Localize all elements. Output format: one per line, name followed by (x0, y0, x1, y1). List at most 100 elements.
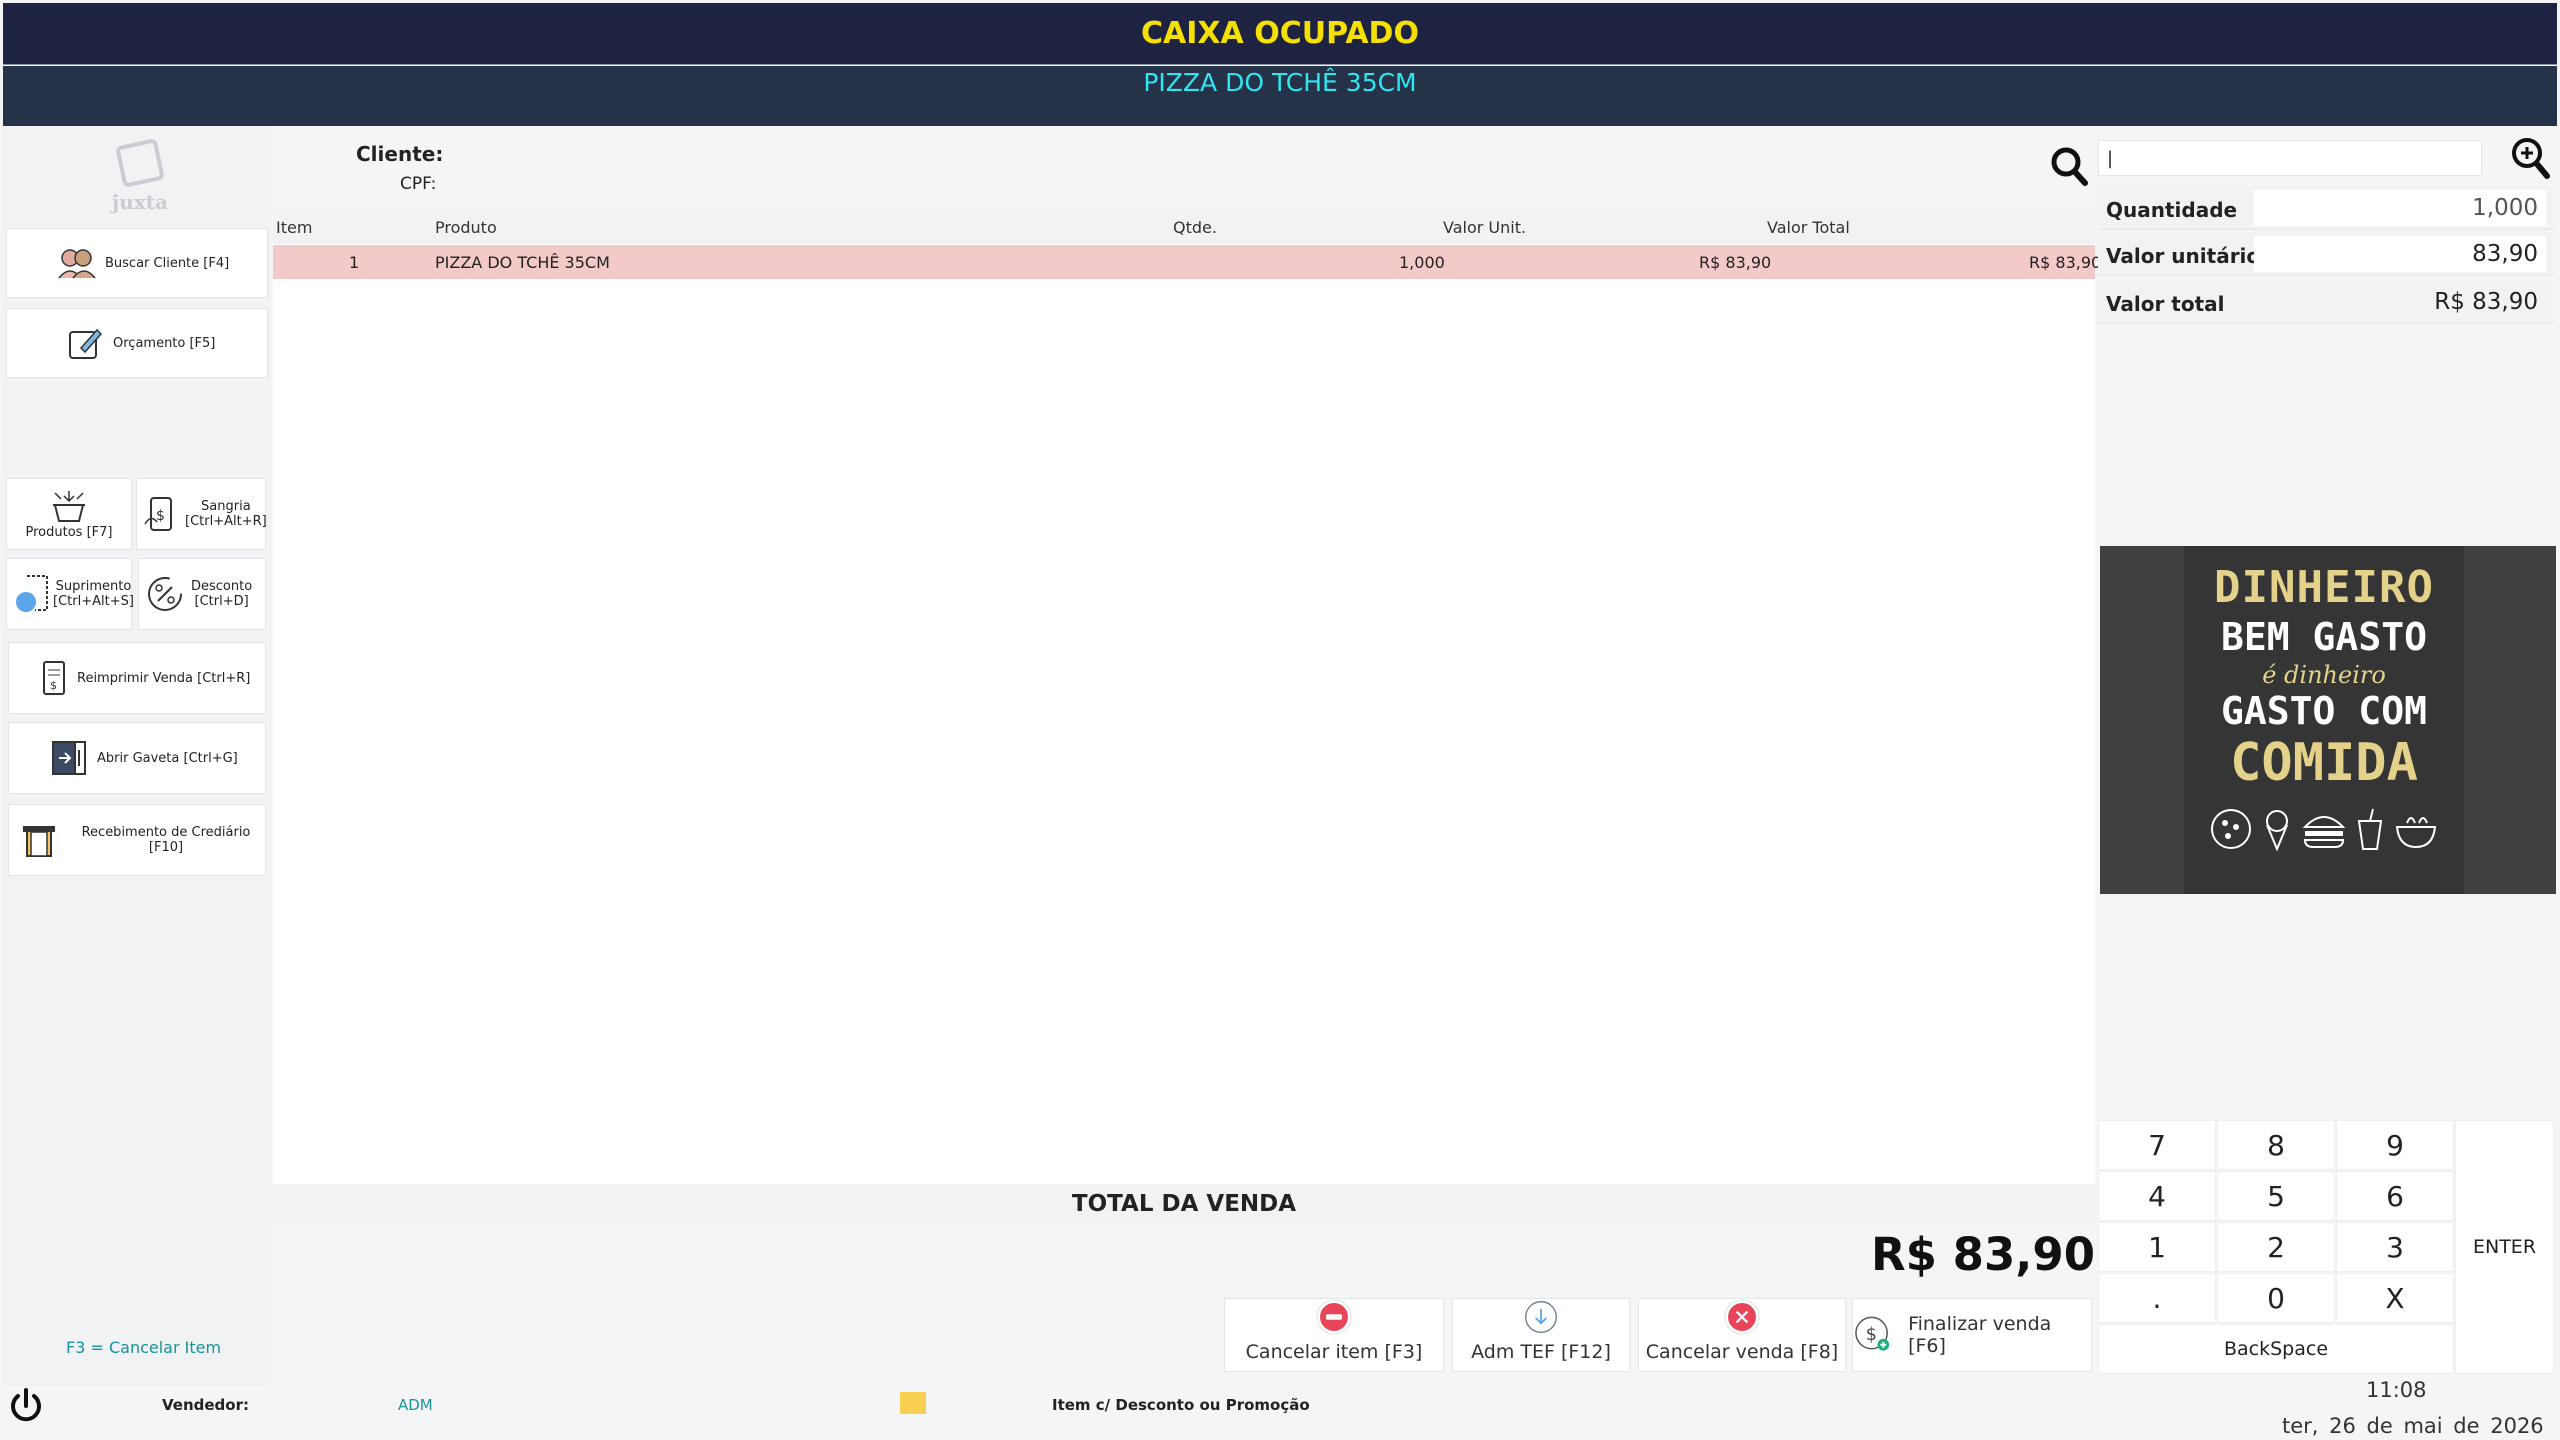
status-bar: CAIXA OCUPADO (3, 3, 2557, 65)
cancelar-venda-button[interactable]: Cancelar venda [F8] (1638, 1298, 1846, 1372)
key-3[interactable]: 3 (2336, 1222, 2454, 1272)
close-circle-icon (1724, 1299, 1760, 1335)
promo-legend-label: Item c/ Desconto ou Promoção (1052, 1396, 1310, 1414)
key-dot[interactable]: . (2098, 1273, 2216, 1323)
items-table: Item Produto Qtde. Valor Unit. Valor Tot… (273, 210, 2101, 1184)
minus-circle-icon (1316, 1299, 1352, 1335)
valor-unitario-label: Valor unitário (2106, 244, 2261, 268)
cancelar-item-button[interactable]: Cancelar item [F3] (1224, 1298, 1444, 1372)
orcamento-button[interactable]: Orçamento [F5] (6, 308, 268, 378)
valor-total-value: R$ 83,90 (2434, 289, 2538, 315)
reimprimir-venda-button[interactable]: $ Reimprimir Venda [Ctrl+R] (8, 642, 266, 714)
cancelar-venda-label: Cancelar venda [F8] (1645, 1341, 1839, 1363)
numeric-keypad: 7 8 9 4 5 6 1 2 3 . 0 X ENTER BackSpace (2098, 1120, 2554, 1378)
search-customer-icon[interactable] (2050, 146, 2088, 186)
row-valor-unit: R$ 83,90 (1699, 253, 1772, 272)
current-product-name: PIZZA DO TCHÊ 35CM (1143, 68, 1417, 97)
pizza-icon (2211, 809, 2251, 849)
total-value-bar: R$ 83,90 (273, 1224, 2095, 1290)
enter-key[interactable]: ENTER (2455, 1120, 2554, 1374)
table-row[interactable]: 1 PIZZA DO TCHÊ 35CM 1,000 R$ 83,90 R$ 8… (273, 245, 2101, 279)
food-icons (2209, 807, 2439, 851)
adm-tef-label: Adm TEF [F12] (1471, 1341, 1611, 1363)
key-4[interactable]: 4 (2098, 1171, 2216, 1221)
credit-receipt-icon (19, 820, 59, 860)
promo-line-2: BEM GASTO (2221, 615, 2427, 659)
items-table-header: Item Produto Qtde. Valor Unit. Valor Tot… (273, 210, 2095, 244)
download-circle-icon (1525, 1301, 1557, 1333)
clock: 11:08 (2366, 1378, 2427, 1402)
key-7[interactable]: 7 (2098, 1120, 2216, 1170)
key-1[interactable]: 1 (2098, 1222, 2216, 1272)
promo-line-5: COMIDA (2230, 733, 2418, 793)
col-qtde: Qtde. (1173, 218, 1217, 237)
customers-icon (57, 246, 97, 280)
burger-icon (2302, 816, 2346, 848)
caixa-status: CAIXA OCUPADO (1141, 16, 1419, 51)
col-item: Item (276, 218, 313, 237)
row-valor-total: R$ 83,90 (2029, 253, 2102, 272)
adm-tef-button[interactable]: Adm TEF [F12] (1452, 1298, 1630, 1372)
logo-mark-icon (115, 138, 165, 188)
cancelar-item-label: Cancelar item [F3] (1245, 1341, 1423, 1363)
pdv-screen: CAIXA OCUPADO PIZZA DO TCHÊ 35CM juxta B… (0, 0, 2560, 1440)
sangria-button[interactable]: $ Sangria [Ctrl+Alt+R] (136, 478, 267, 550)
cash-withdraw-icon: $ (143, 494, 181, 534)
dollar-circle-icon: $ (1855, 1316, 1890, 1351)
discount-icon (145, 574, 185, 614)
valor-unitario-value[interactable]: 83,90 (2254, 236, 2546, 272)
key-0[interactable]: 0 (2217, 1273, 2335, 1323)
col-produto: Produto (435, 218, 497, 237)
quantidade-value[interactable]: 1,000 (2254, 190, 2546, 226)
row-item: 1 (349, 253, 360, 272)
zoom-search-icon[interactable] (2510, 136, 2550, 180)
shortcut-hint: F3 = Cancelar Item (66, 1338, 222, 1357)
milkshake-icon (2357, 808, 2383, 850)
key-6[interactable]: 6 (2336, 1171, 2454, 1221)
backspace-key[interactable]: BackSpace (2098, 1324, 2454, 1374)
abrir-gaveta-button[interactable]: Abrir Gaveta [Ctrl+G] (8, 722, 266, 794)
finalizar-venda-button[interactable]: $ Finalizar venda [F6] (1852, 1298, 2092, 1372)
total-label: TOTAL DA VENDA (1071, 1191, 1297, 1217)
key-2[interactable]: 2 (2217, 1222, 2335, 1272)
svg-text:$: $ (50, 679, 57, 692)
date: ter, 26 de mai de 2026 (2282, 1414, 2544, 1438)
total-label-bar: TOTAL DA VENDA (273, 1184, 2095, 1224)
key-8[interactable]: 8 (2217, 1120, 2335, 1170)
sangria-label: Sangria [Ctrl+Alt+R] (185, 499, 267, 529)
quantidade-label: Quantidade (2106, 198, 2238, 222)
buscar-cliente-button[interactable]: Buscar Cliente [F4] (6, 228, 268, 298)
ice-cream-icon (2266, 810, 2288, 851)
valor-unitario-row: Valor unitário 83,90 (2098, 232, 2554, 276)
product-search-input[interactable] (2098, 140, 2482, 176)
cpf-label: CPF: (400, 174, 437, 194)
cash-drawer-icon (49, 738, 89, 778)
orcamento-label: Orçamento [F5] (113, 335, 216, 351)
vendedor-value: ADM (398, 1396, 433, 1414)
key-x[interactable]: X (2336, 1273, 2454, 1323)
bowl-icon (2395, 817, 2437, 849)
row-produto: PIZZA DO TCHÊ 35CM (435, 253, 610, 272)
current-product-bar: PIZZA DO TCHÊ 35CM (3, 66, 2557, 126)
products-icon (49, 489, 89, 523)
key-9[interactable]: 9 (2336, 1120, 2454, 1170)
produtos-label: Produtos [F7] (25, 524, 113, 540)
valor-total-label: Valor total (2106, 292, 2225, 316)
suprimento-button[interactable]: Suprimento [Ctrl+Alt+S] (6, 558, 134, 630)
total-value: R$ 83,90 (1871, 1228, 2095, 1281)
cliente-label: Cliente: (356, 142, 444, 166)
suprimento-label: Suprimento [Ctrl+Alt+S] (53, 579, 134, 609)
produtos-button[interactable]: Produtos [F7] (6, 478, 132, 550)
key-5[interactable]: 5 (2217, 1171, 2335, 1221)
recebimento-crediario-button[interactable]: Recebimento de Crediário [F10] (8, 804, 266, 876)
recebimento-crediario-label: Recebimento de Crediário [F10] (81, 825, 251, 855)
cash-supply-icon (13, 572, 51, 616)
desconto-button[interactable]: Desconto [Ctrl+D] (138, 558, 266, 630)
promo-line-3: é dinheiro (2262, 661, 2386, 689)
svg-text:$: $ (1866, 1325, 1877, 1345)
promo-line-4: GASTO COM (2221, 689, 2427, 733)
buscar-cliente-label: Buscar Cliente [F4] (105, 255, 230, 271)
power-icon[interactable] (6, 1386, 46, 1426)
col-valor-total: Valor Total (1767, 218, 1850, 237)
row-qtde: 1,000 (1399, 253, 1445, 272)
